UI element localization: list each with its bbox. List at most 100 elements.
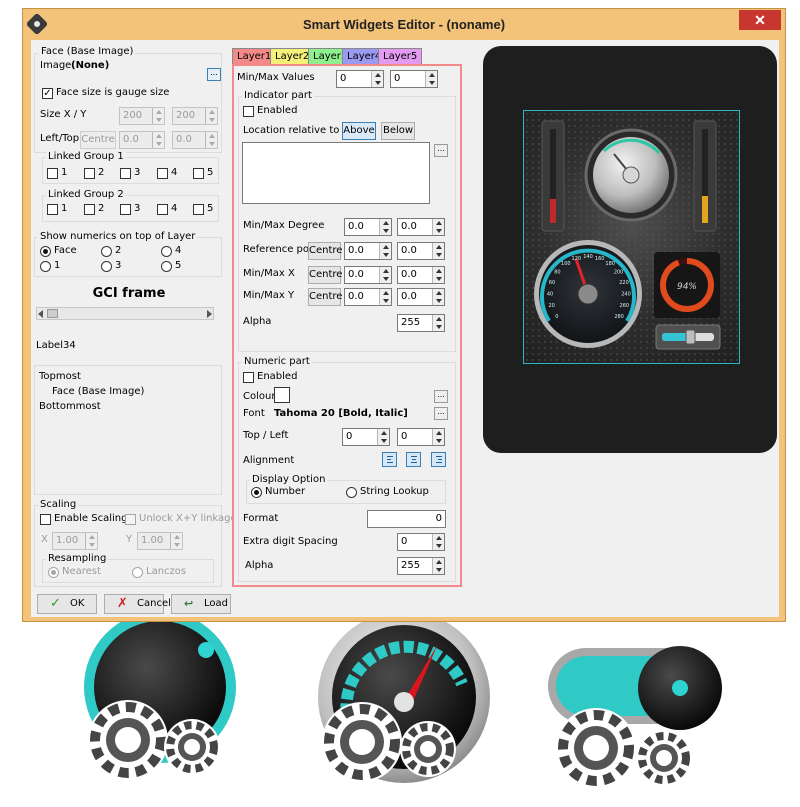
image-browse-button[interactable]: ... xyxy=(207,68,221,81)
linked2-checkbox-2[interactable] xyxy=(84,204,95,215)
number-radio[interactable] xyxy=(251,487,262,498)
min-x-arrows[interactable] xyxy=(379,267,391,283)
layer-bottommost[interactable]: Bottommost xyxy=(39,401,101,412)
scale-y-stepper[interactable]: 1.00 xyxy=(137,532,183,550)
indicator-enabled-checkbox[interactable] xyxy=(243,106,254,117)
numerics-radio-face[interactable] xyxy=(40,246,51,257)
face-top-stepper[interactable]: 0.0 xyxy=(172,131,218,149)
numerics-radio-5[interactable] xyxy=(161,261,172,272)
size-y-stepper[interactable]: 200 xyxy=(172,107,218,125)
numeric-enabled-checkbox[interactable] xyxy=(243,372,254,383)
numerics-radio-2[interactable] xyxy=(101,246,112,257)
face-size-checkbox[interactable]: ✓ xyxy=(42,88,53,99)
numeric-top-stepper[interactable]: 0 xyxy=(342,428,390,446)
min-x-stepper[interactable]: 0.0 xyxy=(344,266,392,284)
numerics-radio-3[interactable] xyxy=(101,261,112,272)
indicator-alpha-arrows[interactable] xyxy=(432,315,444,331)
numeric-left-arrows[interactable] xyxy=(432,429,444,445)
max-value-stepper[interactable]: 0 xyxy=(390,70,438,88)
ref-x-stepper[interactable]: 0.0 xyxy=(344,242,392,260)
size-y-arrows[interactable] xyxy=(205,108,217,124)
extra-spacing-stepper[interactable]: 0 xyxy=(397,533,445,551)
above-button[interactable]: Above xyxy=(342,122,376,140)
linked1-checkbox-2[interactable] xyxy=(84,168,95,179)
face-top-arrows[interactable] xyxy=(205,132,217,148)
layer-topmost[interactable]: Topmost xyxy=(39,371,81,382)
min-y-arrows[interactable] xyxy=(379,289,391,305)
reference-centre-button[interactable]: Centre xyxy=(308,242,342,260)
degree-max-stepper[interactable]: 0.0 xyxy=(397,218,445,236)
align-center-button[interactable] xyxy=(406,452,421,467)
tab-layer5[interactable]: Layer5 xyxy=(378,48,423,64)
indicator-alpha-stepper[interactable]: 255 xyxy=(397,314,445,332)
scale-x-stepper[interactable]: 1.00 xyxy=(52,532,98,550)
gci-frame-scrollbar[interactable] xyxy=(36,307,214,320)
scale-x-arrows[interactable] xyxy=(85,533,97,549)
speedometer-scale-label: 240 xyxy=(621,292,631,298)
colour-swatch[interactable] xyxy=(274,387,290,403)
degree-min-arrows[interactable] xyxy=(379,219,391,235)
linked1-checkbox-1[interactable] xyxy=(47,168,58,179)
minmax-y-centre-button[interactable]: Centre xyxy=(308,288,342,306)
linked1-checkbox-3[interactable] xyxy=(120,168,131,179)
align-left-button[interactable] xyxy=(382,452,397,467)
layer-order-list[interactable] xyxy=(34,365,222,495)
face-left-stepper[interactable]: 0.0 xyxy=(119,131,165,149)
min-value-stepper[interactable]: 0 xyxy=(336,70,384,88)
scroll-left-arrow[interactable] xyxy=(38,310,43,318)
max-x-arrows[interactable] xyxy=(432,267,444,283)
ref-y-stepper[interactable]: 0.0 xyxy=(397,242,445,260)
numerics-radio-4[interactable] xyxy=(161,246,172,257)
linked2-checkbox-4[interactable] xyxy=(157,204,168,215)
minmax-x-centre-button[interactable]: Centre xyxy=(308,266,342,284)
close-button[interactable]: ✕ xyxy=(739,10,781,30)
numeric-alpha-stepper[interactable]: 255 xyxy=(397,557,445,575)
ok-button[interactable]: ✓ OK xyxy=(37,594,97,614)
string-lookup-radio[interactable] xyxy=(346,487,357,498)
colour-browse-button[interactable]: ... xyxy=(434,390,448,403)
max-value-arrows[interactable] xyxy=(425,71,437,87)
nearest-radio[interactable] xyxy=(48,567,59,578)
gauge-preview[interactable]: 0 20 40 60 80 100 120 140 160 180 200 220 240 260 280 … xyxy=(483,46,777,453)
indicator-image-browse-button[interactable]: ... xyxy=(434,144,448,157)
scroll-thumb[interactable] xyxy=(47,309,58,318)
enable-scaling-checkbox[interactable] xyxy=(40,514,51,525)
below-button[interactable]: Below xyxy=(381,122,415,140)
linked1-checkbox-5[interactable] xyxy=(193,168,204,179)
degree-min-stepper[interactable]: 0.0 xyxy=(344,218,392,236)
numeric-top-arrows[interactable] xyxy=(377,429,389,445)
numeric-left-stepper[interactable]: 0 xyxy=(397,428,445,446)
max-x-stepper[interactable]: 0.0 xyxy=(397,266,445,284)
font-browse-button[interactable]: ... xyxy=(434,407,448,420)
max-y-arrows[interactable] xyxy=(432,289,444,305)
speedometer-scale-label: 20 xyxy=(549,303,555,309)
linked2-checkbox-5[interactable] xyxy=(193,204,204,215)
min-y-stepper[interactable]: 0.0 xyxy=(344,288,392,306)
linked1-checkbox-4[interactable] xyxy=(157,168,168,179)
cancel-button[interactable]: ✗ Cancel xyxy=(104,594,171,614)
ref-x-arrows[interactable] xyxy=(379,243,391,259)
align-right-button[interactable] xyxy=(431,452,446,467)
layer-face[interactable]: Face (Base Image) xyxy=(52,386,144,397)
format-input[interactable]: 0 xyxy=(367,510,446,528)
extra-spacing-arrows[interactable] xyxy=(432,534,444,550)
numeric-alpha-arrows[interactable] xyxy=(432,558,444,574)
lanczos-radio[interactable] xyxy=(132,567,143,578)
size-x-arrows[interactable] xyxy=(152,108,164,124)
linked2-checkbox-1[interactable] xyxy=(47,204,58,215)
indicator-image-box[interactable] xyxy=(242,142,430,204)
size-x-stepper[interactable]: 200 xyxy=(119,107,165,125)
linked2-checkbox-3[interactable] xyxy=(120,204,131,215)
degree-max-arrows[interactable] xyxy=(432,219,444,235)
max-y-stepper[interactable]: 0.0 xyxy=(397,288,445,306)
scale-y-arrows[interactable] xyxy=(170,533,182,549)
scroll-right-arrow[interactable] xyxy=(207,310,212,318)
numerics-radio-1[interactable] xyxy=(40,261,51,272)
face-left-arrows[interactable] xyxy=(152,132,164,148)
title-bar[interactable]: Smart Widgets Editor - (noname) ✕ xyxy=(23,9,785,39)
ref-y-arrows[interactable] xyxy=(432,243,444,259)
min-value-arrows[interactable] xyxy=(371,71,383,87)
load-button[interactable]: ↩ Load xyxy=(171,594,231,614)
unlock-linkage-checkbox[interactable] xyxy=(125,514,136,525)
face-centre-button[interactable]: Centre xyxy=(80,131,116,149)
